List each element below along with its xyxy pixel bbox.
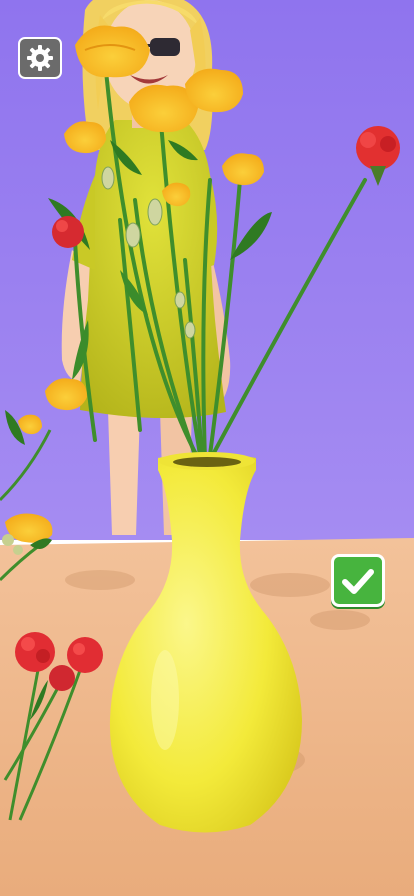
confirm-button[interactable]: [331, 554, 385, 607]
gear-icon: [27, 45, 53, 71]
check-icon: [342, 568, 374, 594]
game-scene: [0, 0, 414, 896]
settings-button[interactable]: [18, 37, 62, 79]
